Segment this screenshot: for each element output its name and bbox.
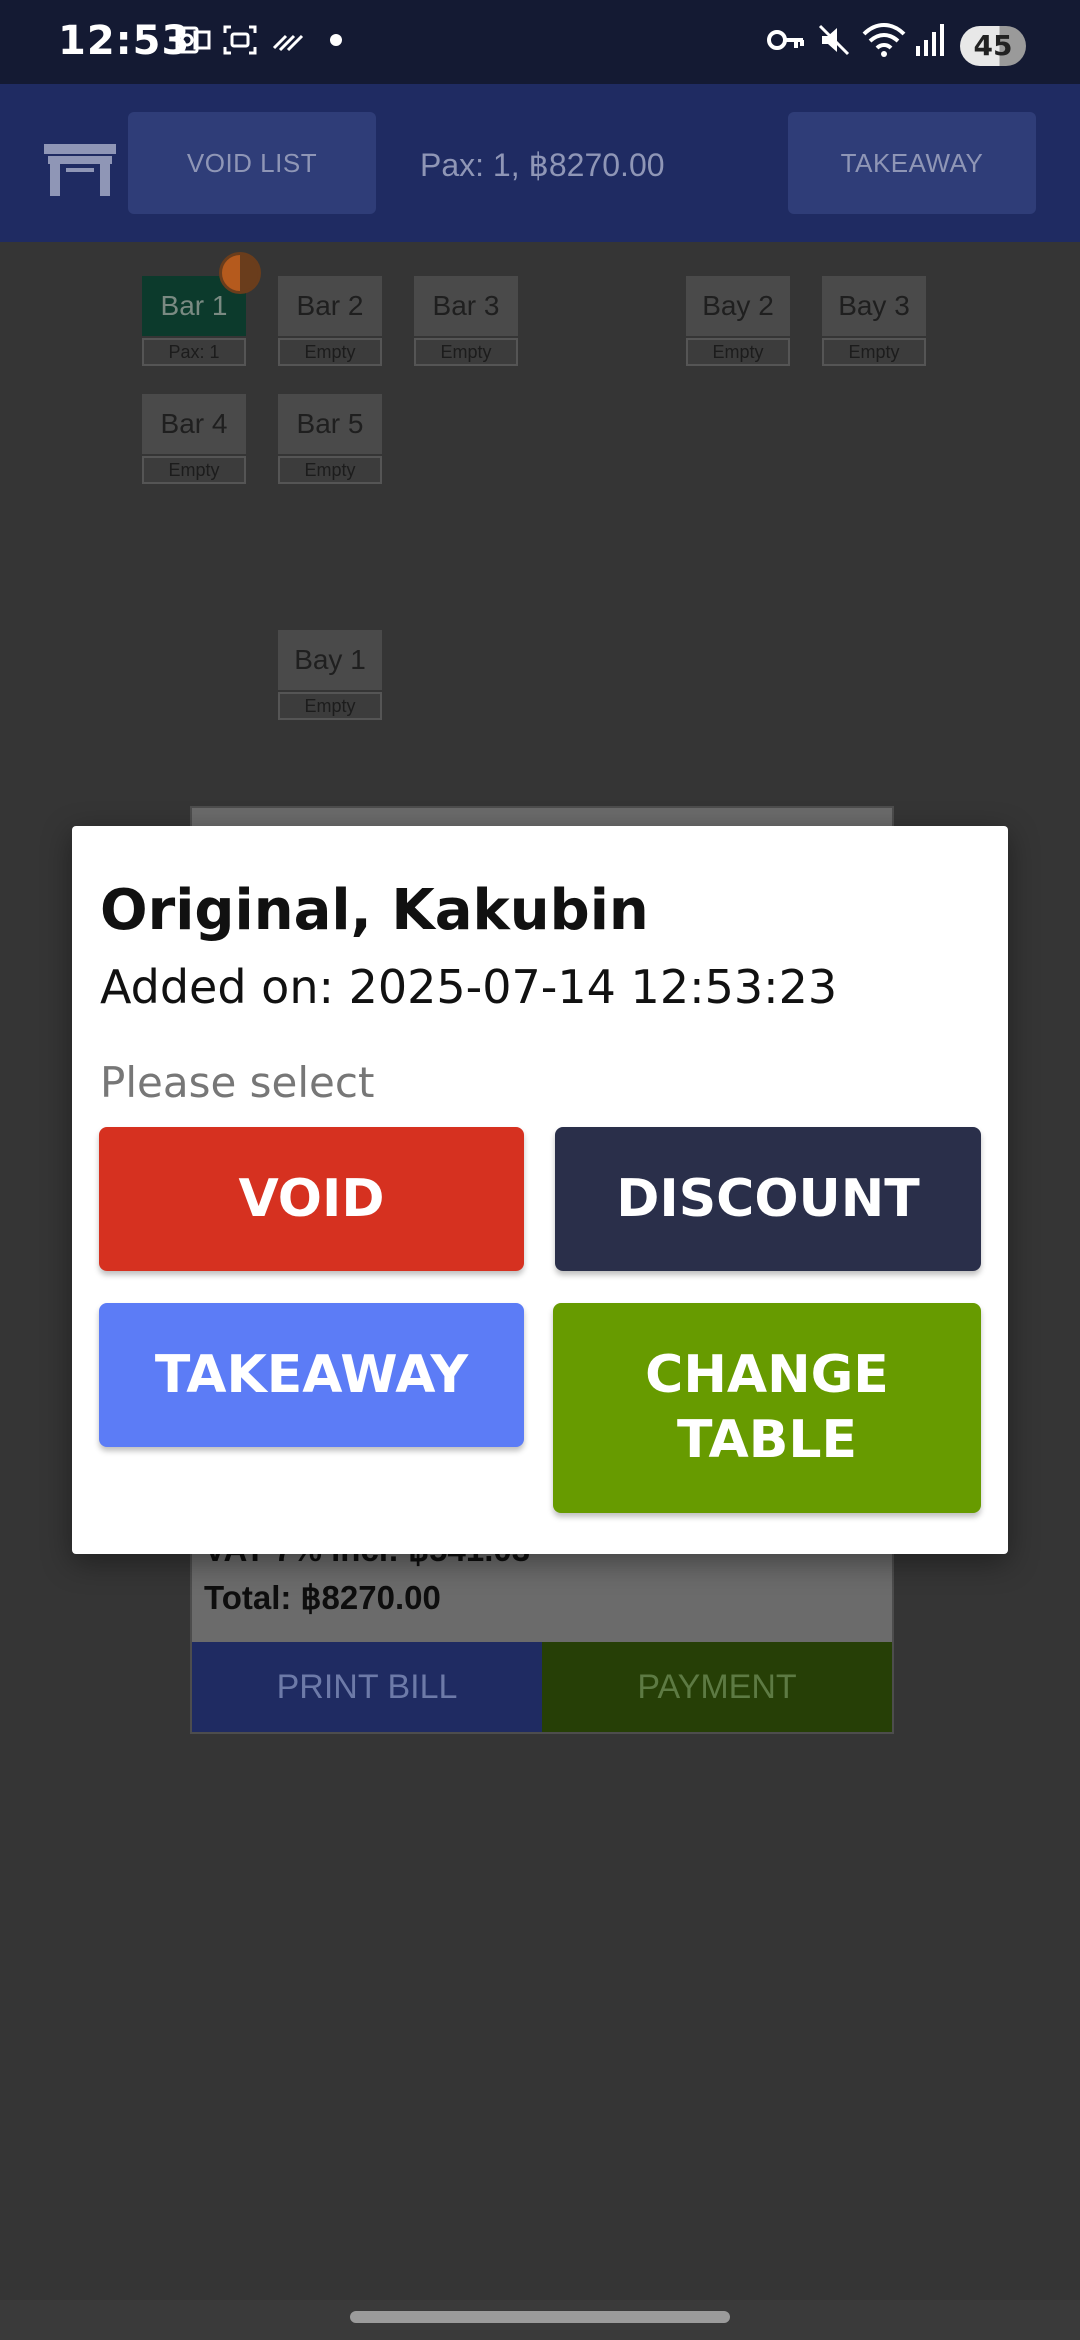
mute-icon <box>818 24 850 56</box>
takeaway-header-button[interactable]: TAKEAWAY <box>788 112 1036 214</box>
table-card[interactable]: Bay 1 Empty <box>278 630 382 720</box>
void-button[interactable]: VOID <box>99 1127 524 1271</box>
home-gesture-handle[interactable] <box>350 2311 730 2323</box>
vpn-key-icon <box>767 30 804 50</box>
table-name: Bay 3 <box>822 276 926 336</box>
battery-indicator: 45 <box>960 26 1026 66</box>
table-card[interactable]: Bar 2 Empty <box>278 276 382 366</box>
pax-summary: Pax: 1, ฿8270.00 <box>420 147 665 183</box>
table-status: Empty <box>686 338 790 366</box>
table-card[interactable]: Bar 4 Empty <box>142 394 246 484</box>
occupied-indicator-icon <box>219 252 261 294</box>
wifi-icon <box>862 23 906 57</box>
table-name: Bar 4 <box>142 394 246 454</box>
table-name: Bar 3 <box>414 276 518 336</box>
status-bar: 12:53 45 <box>0 0 1080 84</box>
select-hint: Please select <box>100 1058 375 1107</box>
table-status: Empty <box>278 338 382 366</box>
table-status: Empty <box>822 338 926 366</box>
dot-icon <box>330 34 342 46</box>
discount-button[interactable]: DISCOUNT <box>555 1127 981 1271</box>
table-status: Empty <box>278 692 382 720</box>
print-bill-button[interactable]: PRINT BILL <box>192 1642 542 1732</box>
table-card[interactable]: Bar 5 Empty <box>278 394 382 484</box>
table-card[interactable]: Bay 2 Empty <box>686 276 790 366</box>
table-status: Empty <box>278 456 382 484</box>
table-name: Bay 1 <box>278 630 382 690</box>
table-icon[interactable] <box>44 140 116 196</box>
takeaway-button[interactable]: TAKEAWAY <box>99 1303 524 1447</box>
app-header: VOID LIST Pax: 1, ฿8270.00 TAKEAWAY <box>0 84 1080 242</box>
dialog-title: Original, Kakubin <box>100 878 649 943</box>
table-card[interactable]: Bay 3 Empty <box>822 276 926 366</box>
table-status: Empty <box>414 338 518 366</box>
table-name: Bar 2 <box>278 276 382 336</box>
outlook-icon <box>175 26 211 54</box>
payment-button[interactable]: PAYMENT <box>542 1642 892 1732</box>
status-time: 12:53 <box>58 18 191 64</box>
added-on-text: Added on: 2025-07-14 12:53:23 <box>100 960 838 1014</box>
table-status: Pax: 1 <box>142 338 246 366</box>
table-name: Bay 2 <box>686 276 790 336</box>
item-options-dialog: Original, Kakubin Added on: 2025-07-14 1… <box>72 826 1008 1554</box>
change-table-button[interactable]: CHANGE TABLE <box>553 1303 981 1513</box>
total-line: Total: ฿8270.00 <box>204 1579 441 1616</box>
table-name: Bar 5 <box>278 394 382 454</box>
table-card[interactable]: Bar 3 Empty <box>414 276 518 366</box>
data-saver-icon <box>272 34 304 52</box>
void-list-button[interactable]: VOID LIST <box>128 112 376 214</box>
screenshot-icon <box>223 25 257 55</box>
signal-icon <box>916 24 944 56</box>
table-status: Empty <box>142 456 246 484</box>
